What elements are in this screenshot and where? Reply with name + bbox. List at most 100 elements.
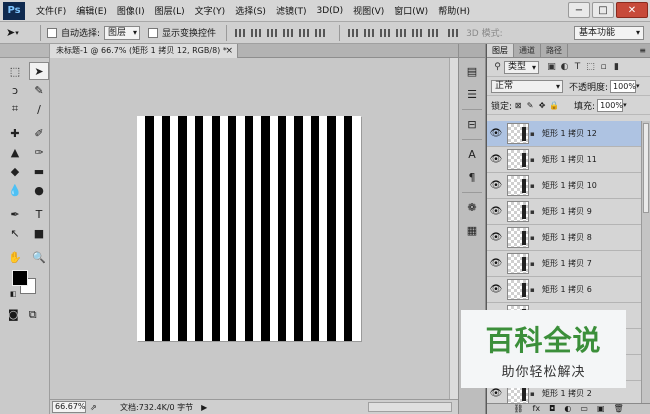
- distribute-vcenter-icon[interactable]: [362, 26, 376, 40]
- layers-scrollbar-thumb[interactable]: [643, 123, 649, 213]
- new-layer-icon[interactable]: ▣: [597, 404, 605, 414]
- close-icon[interactable]: ×: [225, 44, 233, 58]
- layer-style-icon[interactable]: fx: [533, 404, 541, 414]
- adjustments-panel-icon[interactable]: ⊟: [461, 114, 483, 134]
- chevron-down-icon[interactable]: ▾: [623, 101, 627, 109]
- properties-panel-icon[interactable]: ☰: [461, 84, 483, 104]
- healing-brush-tool-icon[interactable]: ✚: [5, 124, 25, 142]
- menu-image[interactable]: 图像(I): [112, 4, 150, 17]
- fill-field[interactable]: 100%: [597, 98, 624, 112]
- lock-pixels-icon[interactable]: ✎: [524, 101, 536, 110]
- history-panel-icon[interactable]: ▤: [461, 61, 483, 81]
- align-top-icon[interactable]: [233, 26, 247, 40]
- distribute-hcenter-icon[interactable]: [410, 26, 424, 40]
- align-right-icon[interactable]: [313, 26, 327, 40]
- crop-tool-icon[interactable]: ⌗: [5, 100, 25, 118]
- maximize-button[interactable]: □: [592, 2, 614, 18]
- layer-name[interactable]: 矩形 1 拷贝 10: [542, 180, 597, 191]
- filter-type-icon[interactable]: T: [571, 62, 584, 72]
- menu-help[interactable]: 帮助(H): [433, 4, 475, 17]
- foreground-color-swatch[interactable]: [12, 270, 28, 286]
- panel-menu-icon[interactable]: ≡: [639, 44, 650, 57]
- swatches-panel-icon[interactable]: ▦: [461, 220, 483, 240]
- layer-name[interactable]: 矩形 1 拷贝 6: [542, 284, 592, 295]
- align-bottom-icon[interactable]: [265, 26, 279, 40]
- tab-channels[interactable]: 通道: [514, 44, 541, 57]
- rectangle-tool-icon[interactable]: ■: [29, 224, 49, 242]
- document-tab[interactable]: 未标题-1 @ 66.7% (矩形 1 拷贝 12, RGB/8) * ×: [50, 44, 238, 58]
- auto-align-icon[interactable]: [446, 26, 460, 40]
- layer-name[interactable]: 矩形 1 拷贝 2: [542, 388, 592, 399]
- horizontal-scrollbar[interactable]: [368, 402, 452, 412]
- layer-thumbnail[interactable]: [507, 123, 529, 144]
- filter-adjustment-icon[interactable]: ◐: [558, 62, 571, 72]
- layer-row[interactable]: 👁 ▪ 矩形 1 拷贝 10: [487, 173, 641, 199]
- vertical-scrollbar[interactable]: [449, 58, 458, 399]
- menu-edit[interactable]: 编辑(E): [71, 4, 112, 17]
- workspace-dropdown[interactable]: 基本功能: [574, 26, 644, 40]
- minimize-button[interactable]: −: [568, 2, 590, 18]
- layer-thumbnail[interactable]: [507, 279, 529, 300]
- eye-icon[interactable]: 👁: [487, 232, 505, 243]
- layer-thumbnail[interactable]: [507, 201, 529, 222]
- menu-window[interactable]: 窗口(W): [389, 4, 433, 17]
- tool-preset-picker[interactable]: ➤ ▾: [6, 26, 34, 39]
- distribute-top-icon[interactable]: [346, 26, 360, 40]
- filter-shape-icon[interactable]: ⬚: [584, 62, 597, 72]
- add-mask-icon[interactable]: ◘: [549, 404, 555, 414]
- move-tool-icon[interactable]: ➤: [29, 62, 49, 80]
- status-menu-arrow-icon[interactable]: ▶: [201, 403, 207, 412]
- history-brush-tool-icon[interactable]: ✑: [29, 143, 49, 161]
- new-group-icon[interactable]: ▭: [580, 404, 588, 414]
- document-canvas[interactable]: [137, 116, 361, 341]
- layer-row[interactable]: 👁 ▪ 矩形 1 拷贝 6: [487, 277, 641, 303]
- pen-tool-icon[interactable]: ✒: [5, 205, 25, 223]
- layer-name[interactable]: 矩形 1 拷贝 11: [542, 154, 597, 165]
- brush-tool-icon[interactable]: ✐: [29, 124, 49, 142]
- marquee-tool-icon[interactable]: ⬚: [5, 62, 25, 80]
- zoom-level-field[interactable]: 66.67%: [52, 401, 86, 413]
- layer-name[interactable]: 矩形 1 拷贝 12: [542, 128, 597, 139]
- layer-thumbnail[interactable]: [507, 253, 529, 274]
- layer-row[interactable]: 👁 ▪ 矩形 1 拷贝 11: [487, 147, 641, 173]
- clone-stamp-tool-icon[interactable]: ▲: [5, 143, 25, 161]
- filter-kind-dropdown[interactable]: 类型: [504, 60, 540, 74]
- dock-header[interactable]: [459, 44, 485, 58]
- auto-select-checkbox[interactable]: [47, 27, 57, 38]
- distribute-left-icon[interactable]: [394, 26, 408, 40]
- menu-type[interactable]: 文字(Y): [190, 4, 231, 17]
- trash-icon[interactable]: 🗑: [614, 404, 624, 414]
- opacity-field[interactable]: 100%: [610, 79, 637, 93]
- eye-icon[interactable]: 👁: [487, 258, 505, 269]
- menu-select[interactable]: 选择(S): [230, 4, 271, 17]
- eye-icon[interactable]: 👁: [487, 180, 505, 191]
- layer-row[interactable]: 👁 ▪ 矩形 1 拷贝 7: [487, 251, 641, 277]
- eye-icon[interactable]: 👁: [487, 128, 505, 139]
- eyedropper-tool-icon[interactable]: ∕: [29, 100, 49, 118]
- adjustment-layer-icon[interactable]: ◐: [564, 404, 571, 414]
- lock-all-icon[interactable]: 🔒: [548, 101, 560, 110]
- menu-view[interactable]: 视图(V): [348, 4, 389, 17]
- align-vcenter-icon[interactable]: [249, 26, 263, 40]
- menu-filter[interactable]: 滤镜(T): [271, 4, 312, 17]
- layer-thumbnail[interactable]: [507, 175, 529, 196]
- tab-paths[interactable]: 路径: [541, 44, 568, 57]
- auto-select-target-dropdown[interactable]: 图层: [104, 25, 141, 40]
- distribute-right-icon[interactable]: [426, 26, 440, 40]
- zoom-tool-icon[interactable]: 🔍: [29, 248, 49, 266]
- dodge-tool-icon[interactable]: ●: [29, 181, 49, 199]
- character-panel-icon[interactable]: A: [461, 144, 483, 164]
- filter-pixel-icon[interactable]: ▣: [545, 62, 558, 72]
- path-select-tool-icon[interactable]: ↖: [5, 224, 25, 242]
- layers-scrollbar[interactable]: [641, 121, 650, 403]
- eye-icon[interactable]: 👁: [487, 154, 505, 165]
- align-left-icon[interactable]: [281, 26, 295, 40]
- link-layers-icon[interactable]: ⛓: [513, 404, 523, 414]
- menu-3d[interactable]: 3D(D): [311, 6, 348, 16]
- lasso-tool-icon[interactable]: ↄ: [5, 81, 25, 99]
- menu-file[interactable]: 文件(F): [31, 4, 71, 17]
- filter-smart-object-icon[interactable]: ▫: [597, 62, 610, 72]
- distribute-bottom-icon[interactable]: [378, 26, 392, 40]
- eraser-tool-icon[interactable]: ◆: [5, 162, 25, 180]
- styles-panel-icon[interactable]: ❁: [461, 197, 483, 217]
